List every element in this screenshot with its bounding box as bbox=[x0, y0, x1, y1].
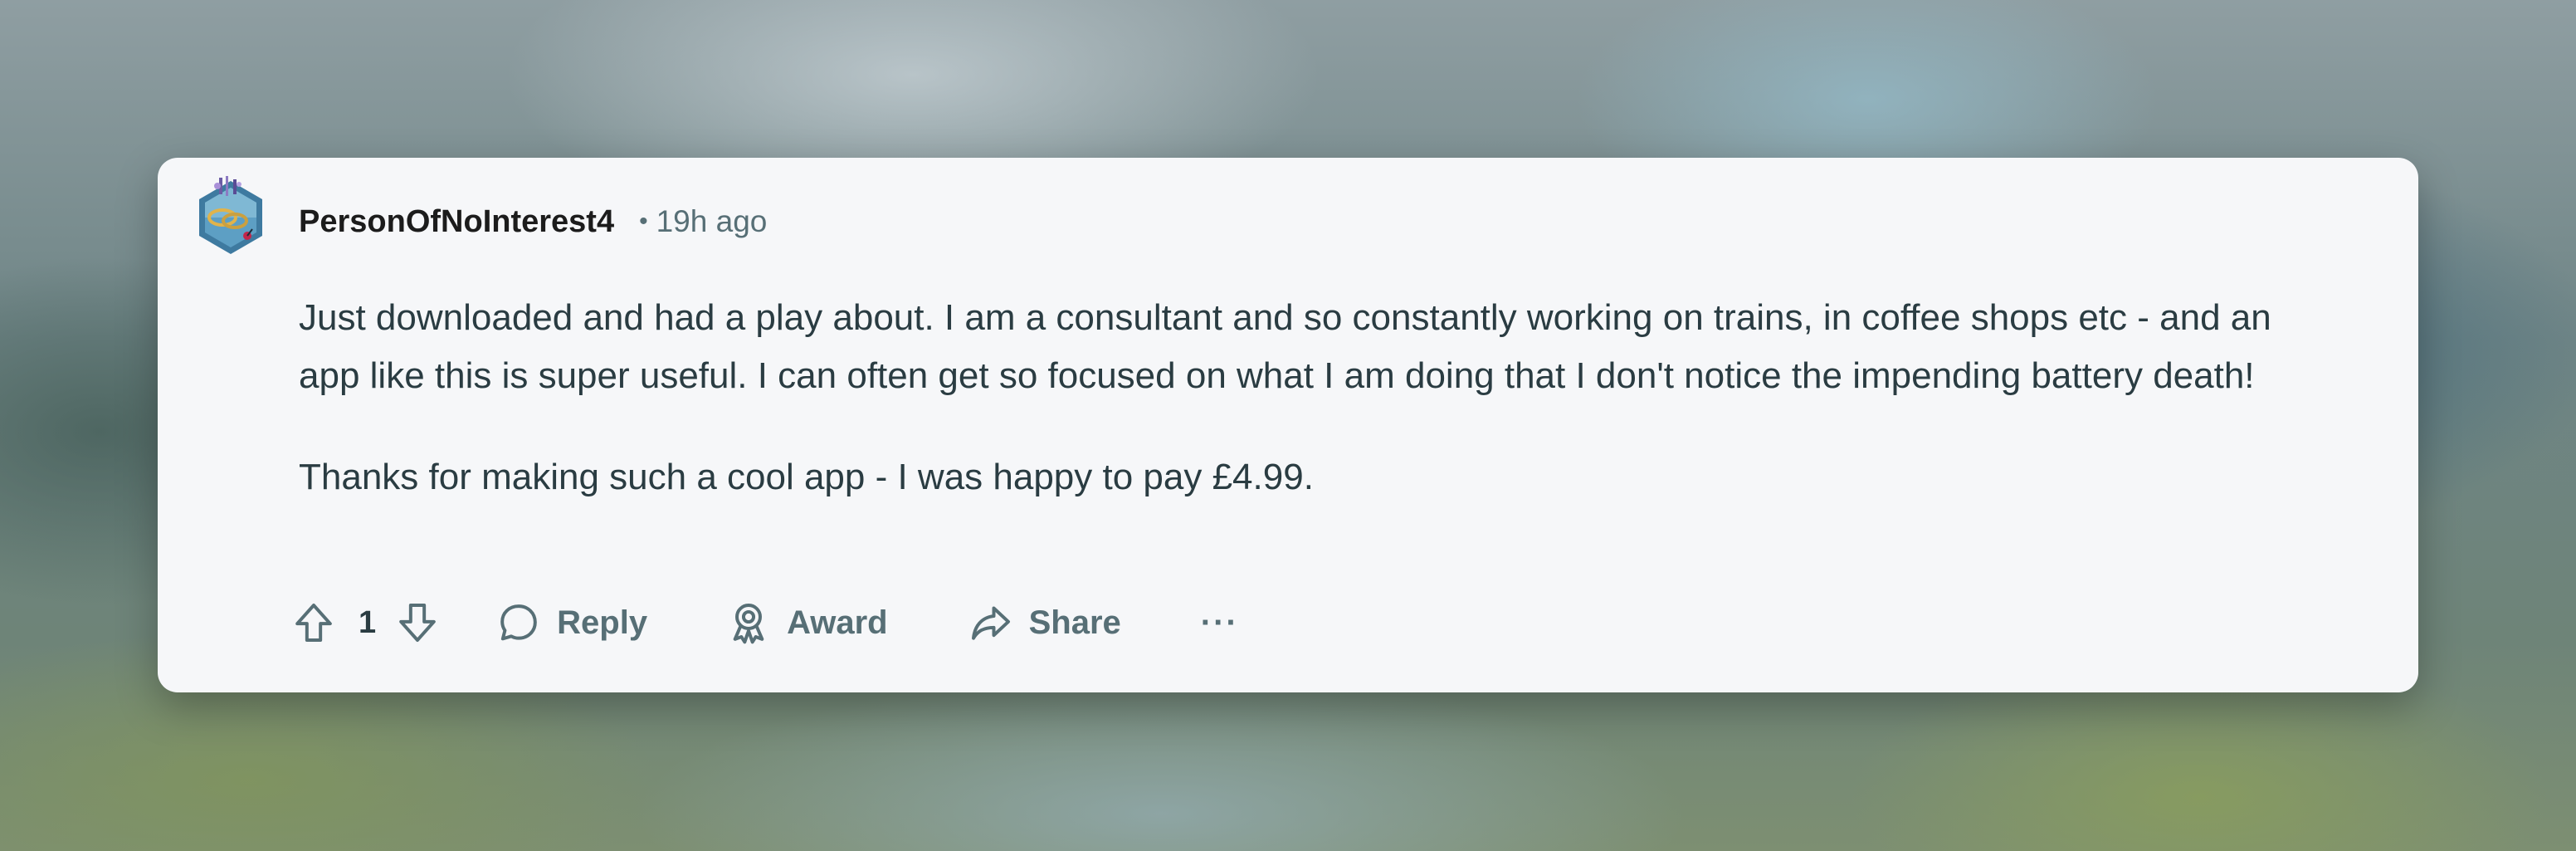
username[interactable]: PersonOfNoInterest4 bbox=[299, 204, 614, 240]
award-label: Award bbox=[787, 604, 888, 641]
share-arrow-icon bbox=[968, 599, 1014, 646]
comment-card: PersonOfNoInterest4 • 19h ago Just downl… bbox=[158, 158, 2418, 692]
timestamp[interactable]: 19h ago bbox=[656, 204, 768, 239]
vote-count: 1 bbox=[359, 604, 377, 640]
comment-body: Just downloaded and had a play about. I … bbox=[299, 289, 2307, 506]
meta-separator: • bbox=[639, 208, 648, 235]
award-ribbon-icon bbox=[725, 599, 772, 646]
more-options-button[interactable]: ··· bbox=[1201, 604, 1239, 642]
comment-paragraph: Thanks for making such a cool app - I wa… bbox=[299, 457, 1314, 497]
comment-actions: 1 Reply Award Share ··· bbox=[290, 593, 1239, 653]
comment-header: PersonOfNoInterest4 • 19h ago bbox=[299, 204, 768, 240]
comment-paragraph: Just downloaded and had a play about. I … bbox=[299, 297, 2271, 396]
award-button[interactable]: Award bbox=[725, 599, 888, 646]
avatar-image bbox=[199, 176, 262, 254]
speech-bubble-icon bbox=[495, 599, 542, 646]
avatar[interactable] bbox=[189, 176, 272, 259]
share-button[interactable]: Share bbox=[968, 599, 1121, 646]
downvote-arrow-icon[interactable] bbox=[394, 599, 441, 646]
reply-label: Reply bbox=[557, 604, 648, 641]
reply-button[interactable]: Reply bbox=[495, 599, 647, 646]
share-label: Share bbox=[1028, 604, 1121, 641]
upvote-arrow-icon[interactable] bbox=[290, 599, 337, 646]
